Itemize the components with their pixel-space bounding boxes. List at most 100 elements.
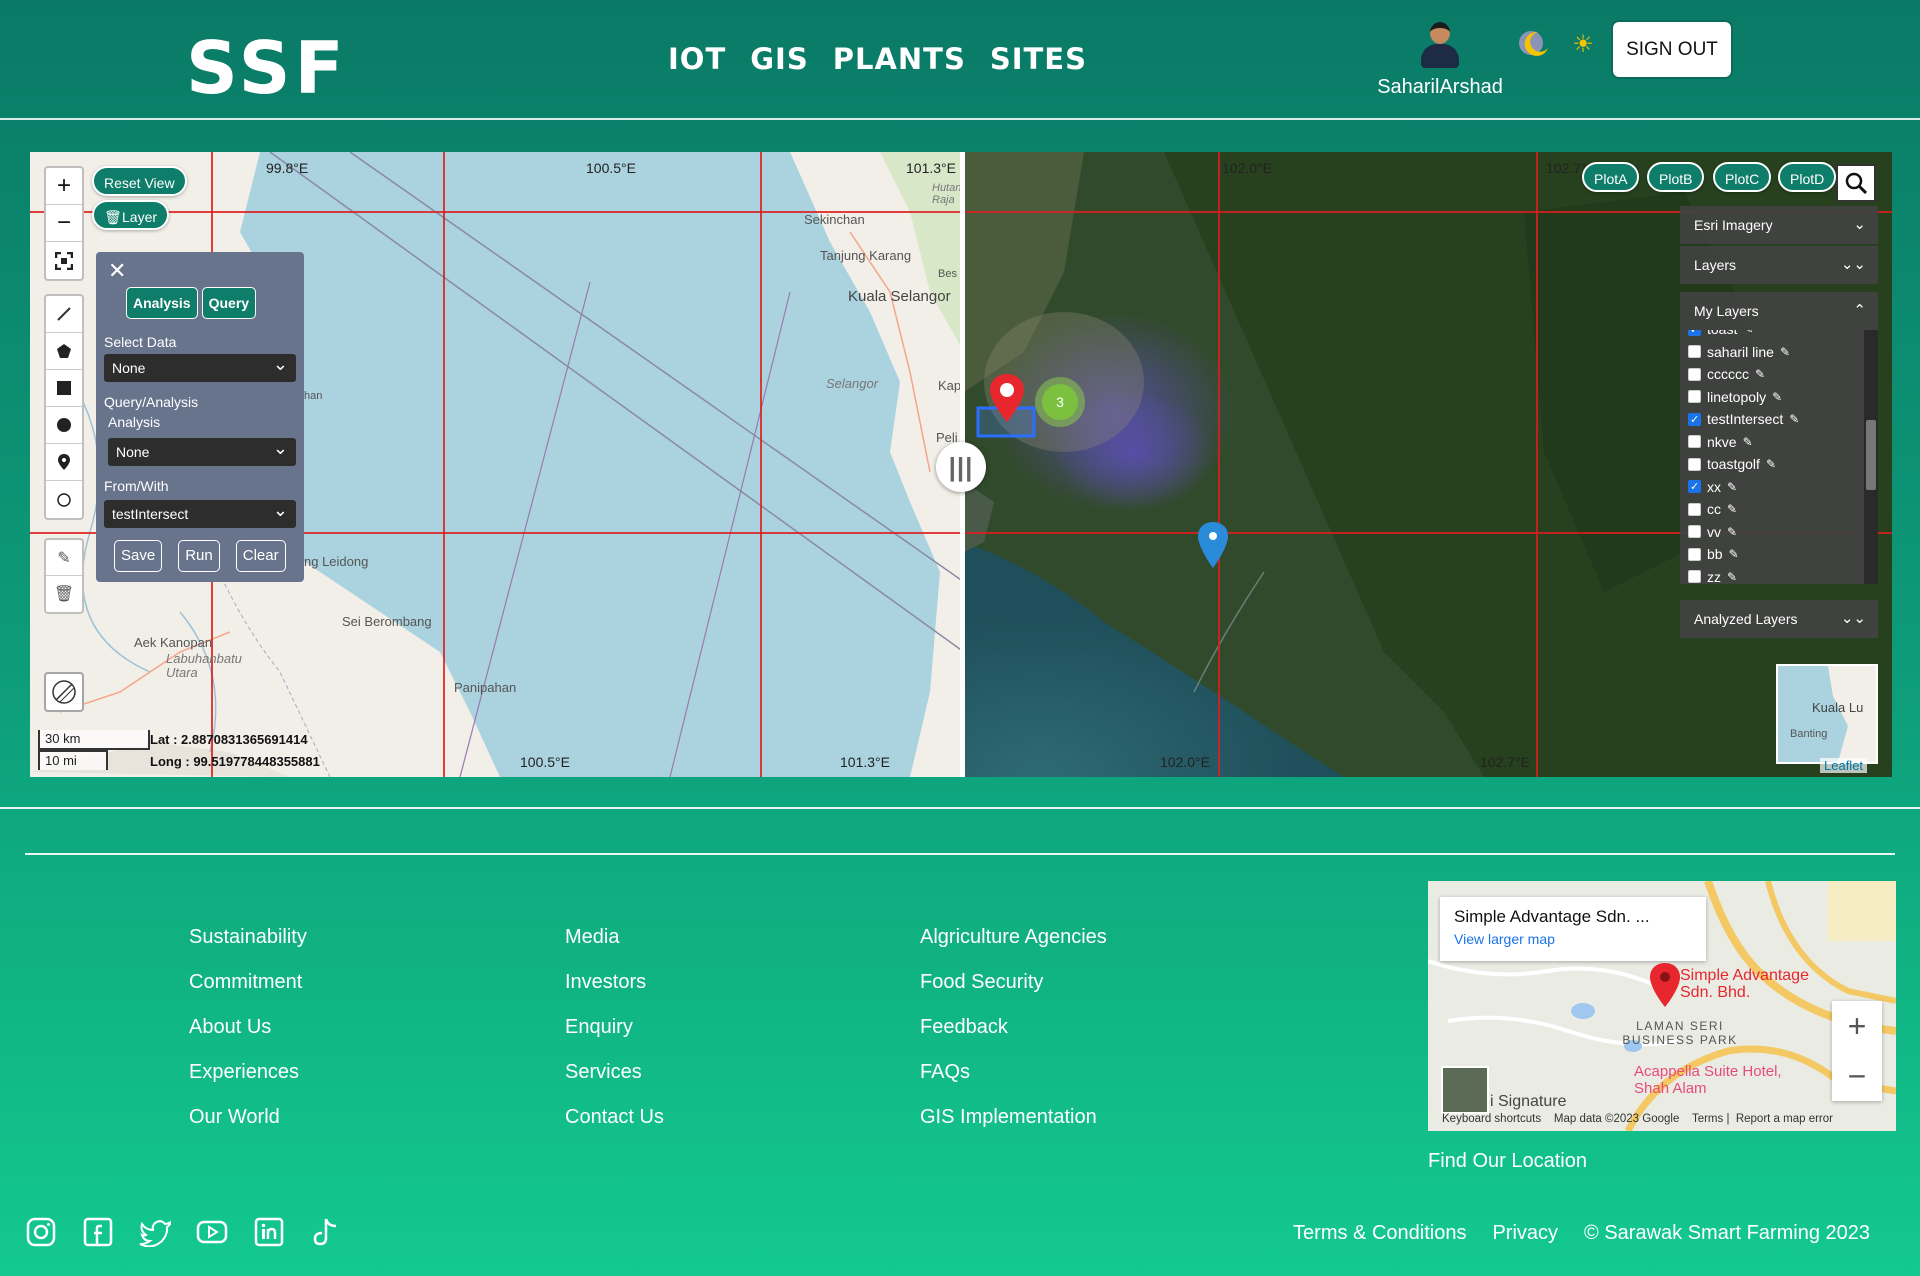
- layer-item[interactable]: cc ✎: [1680, 498, 1878, 521]
- footer-link-services[interactable]: Services: [565, 1061, 664, 1106]
- split-drag-handle[interactable]: |||: [936, 442, 986, 492]
- nav-gis[interactable]: GIS: [750, 42, 808, 76]
- zoom-out-button[interactable]: −: [46, 205, 82, 242]
- plot-b-button[interactable]: PlotB: [1647, 162, 1705, 192]
- layer-checkbox[interactable]: [1688, 476, 1701, 499]
- linkedin-icon[interactable]: [253, 1216, 285, 1248]
- analysis-dropdown[interactable]: None: [108, 434, 296, 466]
- footer-link-experiences[interactable]: Experiences: [189, 1061, 307, 1106]
- plot-a-button[interactable]: PlotA: [1582, 162, 1640, 192]
- layers-scrollbar[interactable]: [1864, 330, 1878, 584]
- reset-view-button[interactable]: Reset View: [92, 166, 187, 196]
- layer-item[interactable]: testIntersect ✎: [1680, 408, 1878, 431]
- footer-link-about-us[interactable]: About Us: [189, 1016, 307, 1061]
- draw-circle-icon[interactable]: [46, 407, 82, 444]
- search-button[interactable]: [1836, 164, 1876, 202]
- draw-marker-icon[interactable]: [46, 444, 82, 481]
- nav-plants[interactable]: PLANTS: [833, 42, 966, 76]
- layer-edit-icon[interactable]: ✎: [1755, 363, 1765, 386]
- tab-query[interactable]: Query: [201, 287, 257, 319]
- fullscreen-icon[interactable]: [46, 242, 82, 279]
- light-mode-sun-icon[interactable]: ☀: [1570, 32, 1596, 58]
- sign-out-button[interactable]: SIGN OUT: [1611, 20, 1733, 79]
- layer-item[interactable]: xx ✎: [1680, 476, 1878, 499]
- layer-item[interactable]: vv ✎: [1680, 521, 1878, 544]
- layer-checkbox[interactable]: [1688, 435, 1701, 449]
- minimap[interactable]: Kuala Lu Banting: [1776, 664, 1878, 764]
- layer-item[interactable]: linetopoly ✎: [1680, 386, 1878, 409]
- footer-link-commitment[interactable]: Commitment: [189, 971, 307, 1016]
- layer-item[interactable]: toast ✎: [1680, 330, 1878, 341]
- layer-checkbox[interactable]: [1688, 570, 1701, 584]
- edit-layers-icon[interactable]: ✎: [46, 540, 82, 576]
- clear-button[interactable]: Clear: [235, 540, 286, 572]
- terms-conditions-link[interactable]: Terms & Conditions: [1293, 1222, 1466, 1245]
- layer-edit-icon[interactable]: ✎: [1766, 453, 1776, 476]
- layer-checkbox[interactable]: [1688, 525, 1701, 539]
- footer-link-contact-us[interactable]: Contact Us: [565, 1106, 664, 1151]
- footer-link-sustainability[interactable]: Sustainability: [189, 926, 307, 971]
- layer-checkbox[interactable]: [1688, 390, 1701, 404]
- layers-section[interactable]: Layers ⌄⌄: [1680, 246, 1878, 284]
- layer-checkbox[interactable]: [1688, 409, 1701, 431]
- layer-edit-icon[interactable]: ✎: [1789, 408, 1799, 431]
- gmap-keyboard-shortcuts[interactable]: Keyboard shortcuts: [1442, 1113, 1541, 1125]
- footer-link-media[interactable]: Media: [565, 926, 664, 971]
- twitter-icon[interactable]: [139, 1216, 171, 1248]
- footer-link-enquiry[interactable]: Enquiry: [565, 1016, 664, 1061]
- layer-checkbox[interactable]: [1688, 457, 1701, 471]
- layer-edit-icon[interactable]: ✎: [1727, 476, 1737, 499]
- plot-c-button[interactable]: PlotC: [1713, 162, 1772, 192]
- layer-item[interactable]: saharil line ✎: [1680, 341, 1878, 364]
- gmap-marker-icon[interactable]: [1650, 963, 1680, 1007]
- footer-link-feedback[interactable]: Feedback: [920, 1016, 1107, 1061]
- user-profile[interactable]: SaharilArshad: [1372, 18, 1508, 99]
- layer-checkbox[interactable]: [1688, 330, 1701, 341]
- layer-item[interactable]: zz ✎: [1680, 566, 1878, 585]
- layer-edit-icon[interactable]: ✎: [1729, 543, 1739, 566]
- gmap-zoom-out-button[interactable]: −: [1832, 1051, 1882, 1101]
- plot-d-button[interactable]: PlotD: [1778, 162, 1837, 192]
- delete-layers-icon[interactable]: 🗑: [46, 576, 82, 612]
- draw-circlemarker-icon[interactable]: [46, 481, 82, 518]
- blue-location-marker-icon[interactable]: [1198, 522, 1228, 568]
- layer-edit-icon[interactable]: ✎: [1727, 521, 1737, 544]
- layer-checkbox[interactable]: [1688, 547, 1701, 561]
- measure-tool-icon[interactable]: [44, 672, 84, 712]
- draw-rectangle-icon[interactable]: [46, 370, 82, 407]
- layer-item[interactable]: toastgolf ✎: [1680, 453, 1878, 476]
- draw-polyline-icon[interactable]: [46, 296, 82, 333]
- layer-edit-icon[interactable]: ✎: [1772, 386, 1782, 409]
- from-with-dropdown[interactable]: testIntersect: [104, 496, 296, 528]
- layer-checkbox[interactable]: [1688, 502, 1701, 516]
- layer-edit-icon[interactable]: ✎: [1743, 431, 1753, 454]
- layer-edit-icon[interactable]: ✎: [1780, 341, 1790, 364]
- privacy-link[interactable]: Privacy: [1492, 1222, 1558, 1245]
- footer-link-our-world[interactable]: Our World: [189, 1106, 307, 1151]
- dark-mode-moon-icon[interactable]: [1516, 28, 1550, 58]
- run-button[interactable]: Run: [178, 540, 220, 572]
- leaflet-attribution[interactable]: Leaflet: [1820, 758, 1868, 773]
- nav-sites[interactable]: SITES: [990, 42, 1087, 76]
- layer-edit-icon[interactable]: ✎: [1727, 566, 1737, 585]
- site-logo[interactable]: SSF: [186, 26, 348, 110]
- gmap-report-error[interactable]: Report a map error: [1736, 1113, 1833, 1125]
- footer-link-food-security[interactable]: Food Security: [920, 971, 1107, 1016]
- analyzed-layers-section[interactable]: Analyzed Layers ⌄⌄: [1680, 600, 1878, 638]
- nav-iot[interactable]: IOT: [668, 42, 726, 76]
- zoom-in-button[interactable]: +: [46, 168, 82, 205]
- find-our-location-link[interactable]: Find Our Location: [1428, 1150, 1587, 1173]
- my-layers-section[interactable]: My Layers ⌃: [1680, 292, 1878, 330]
- footer-link-agriculture-agencies[interactable]: Algriculture Agencies: [920, 926, 1107, 971]
- layer-item[interactable]: bb ✎: [1680, 543, 1878, 566]
- red-location-marker-icon[interactable]: [990, 374, 1024, 422]
- layer-item[interactable]: nkve ✎: [1680, 431, 1878, 454]
- marker-cluster[interactable]: 3: [1035, 377, 1085, 427]
- save-button[interactable]: Save: [114, 540, 163, 572]
- youtube-icon[interactable]: [196, 1216, 228, 1248]
- layer-checkbox[interactable]: [1688, 345, 1701, 359]
- footer-link-gis-implementation[interactable]: GIS Implementation: [920, 1106, 1107, 1151]
- footer-link-investors[interactable]: Investors: [565, 971, 664, 1016]
- gmap-terms[interactable]: Terms: [1692, 1113, 1723, 1125]
- layer-button[interactable]: 🗑 Layer: [92, 200, 170, 230]
